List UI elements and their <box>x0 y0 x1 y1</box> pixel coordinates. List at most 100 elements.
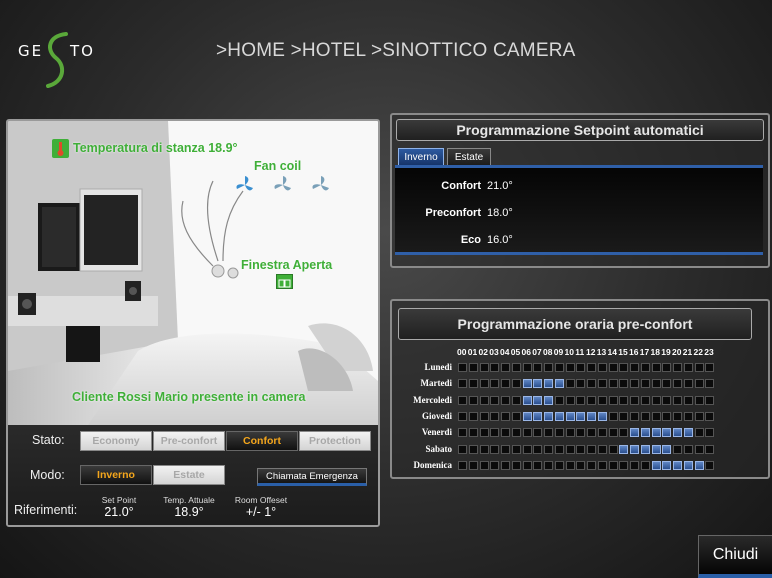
schedule-cell[interactable] <box>501 395 510 405</box>
schedule-cell[interactable] <box>554 379 564 389</box>
schedule-cell[interactable] <box>608 395 618 405</box>
schedule-cell[interactable] <box>458 411 467 421</box>
schedule-cell[interactable] <box>587 460 596 470</box>
schedule-cell[interactable] <box>597 395 607 405</box>
schedule-cell[interactable] <box>597 363 607 372</box>
schedule-cell[interactable] <box>576 411 586 421</box>
schedule-cell[interactable] <box>608 363 618 372</box>
schedule-cell[interactable] <box>468 444 478 454</box>
stato-protection-button[interactable]: Protection <box>299 431 371 451</box>
schedule-cell[interactable] <box>705 395 715 405</box>
schedule-cell[interactable] <box>511 460 521 470</box>
schedule-cell[interactable] <box>694 460 704 470</box>
schedule-cell[interactable] <box>576 444 586 454</box>
schedule-cell[interactable] <box>522 395 532 405</box>
schedule-cell[interactable] <box>522 428 532 438</box>
schedule-cell[interactable] <box>501 363 510 372</box>
schedule-cell[interactable] <box>544 411 553 421</box>
schedule-cell[interactable] <box>468 428 478 438</box>
schedule-cell[interactable] <box>705 379 715 389</box>
schedule-cell[interactable] <box>651 444 661 454</box>
schedule-cell[interactable] <box>554 395 564 405</box>
schedule-cell[interactable] <box>544 395 553 405</box>
schedule-cell[interactable] <box>673 411 682 421</box>
schedule-cell[interactable] <box>651 395 661 405</box>
schedule-cell[interactable] <box>511 363 521 372</box>
schedule-cell[interactable] <box>673 460 682 470</box>
schedule-cell[interactable] <box>533 428 543 438</box>
fan-coil-icons[interactable] <box>234 174 334 196</box>
schedule-cell[interactable] <box>683 379 693 389</box>
schedule-cell[interactable] <box>533 460 543 470</box>
schedule-cell[interactable] <box>619 428 629 438</box>
schedule-cell[interactable] <box>662 428 672 438</box>
schedule-cell[interactable] <box>673 444 682 454</box>
schedule-cell[interactable] <box>511 395 521 405</box>
schedule-cell[interactable] <box>468 379 478 389</box>
schedule-cell[interactable] <box>576 395 586 405</box>
schedule-cell[interactable] <box>544 460 553 470</box>
schedule-cell[interactable] <box>522 379 532 389</box>
schedule-cell[interactable] <box>458 395 467 405</box>
schedule-cell[interactable] <box>565 363 575 372</box>
schedule-cell[interactable] <box>683 411 693 421</box>
schedule-cell[interactable] <box>651 411 661 421</box>
schedule-cell[interactable] <box>479 428 489 438</box>
schedule-cell[interactable] <box>554 411 564 421</box>
schedule-cell[interactable] <box>587 428 596 438</box>
schedule-cell[interactable] <box>683 428 693 438</box>
schedule-cell[interactable] <box>587 411 596 421</box>
schedule-cell[interactable] <box>630 460 639 470</box>
setpoint-confort-value[interactable]: 21.0° <box>487 180 513 192</box>
schedule-cell[interactable] <box>576 460 586 470</box>
stato-economy-button[interactable]: Economy <box>80 431 152 451</box>
schedule-cell[interactable] <box>458 428 467 438</box>
schedule-cell[interactable] <box>565 379 575 389</box>
schedule-cell[interactable] <box>630 395 639 405</box>
schedule-cell[interactable] <box>640 395 650 405</box>
schedule-cell[interactable] <box>565 395 575 405</box>
schedule-cell[interactable] <box>705 363 715 372</box>
breadcrumb[interactable]: >HOME >HOTEL >SINOTTICO CAMERA <box>216 40 576 62</box>
schedule-cell[interactable] <box>565 444 575 454</box>
emergency-call-button[interactable]: Chiamata Emergenza <box>257 468 367 486</box>
schedule-cell[interactable] <box>619 363 629 372</box>
schedule-cell[interactable] <box>511 428 521 438</box>
schedule-cell[interactable] <box>608 379 618 389</box>
schedule-cell[interactable] <box>597 428 607 438</box>
schedule-cell[interactable] <box>490 379 500 389</box>
schedule-cell[interactable] <box>490 428 500 438</box>
schedule-cell[interactable] <box>630 411 639 421</box>
schedule-cell[interactable] <box>694 379 704 389</box>
schedule-cell[interactable] <box>694 444 704 454</box>
close-button[interactable]: Chiudi <box>698 535 772 578</box>
schedule-cell[interactable] <box>662 444 672 454</box>
schedule-cell[interactable] <box>490 395 500 405</box>
schedule-cell[interactable] <box>630 379 639 389</box>
schedule-cell[interactable] <box>554 363 564 372</box>
schedule-cell[interactable] <box>587 444 596 454</box>
schedule-cell[interactable] <box>565 460 575 470</box>
schedule-cell[interactable] <box>608 428 618 438</box>
schedule-cell[interactable] <box>683 460 693 470</box>
schedule-cell[interactable] <box>619 444 629 454</box>
schedule-cell[interactable] <box>565 428 575 438</box>
schedule-cell[interactable] <box>533 444 543 454</box>
schedule-cell[interactable] <box>651 460 661 470</box>
schedule-cell[interactable] <box>479 379 489 389</box>
schedule-cell[interactable] <box>468 411 478 421</box>
tab-inverno[interactable]: Inverno <box>398 148 444 166</box>
schedule-cell[interactable] <box>554 428 564 438</box>
schedule-cell[interactable] <box>576 428 586 438</box>
stato-preconfort-button[interactable]: Pre-confort <box>153 431 225 451</box>
schedule-cell[interactable] <box>490 460 500 470</box>
schedule-cell[interactable] <box>673 428 682 438</box>
schedule-cell[interactable] <box>490 444 500 454</box>
schedule-cell[interactable] <box>511 411 521 421</box>
schedule-cell[interactable] <box>458 444 467 454</box>
schedule-cell[interactable] <box>683 363 693 372</box>
schedule-cell[interactable] <box>468 460 478 470</box>
schedule-cell[interactable] <box>673 363 682 372</box>
schedule-cell[interactable] <box>673 395 682 405</box>
schedule-cell[interactable] <box>662 363 672 372</box>
